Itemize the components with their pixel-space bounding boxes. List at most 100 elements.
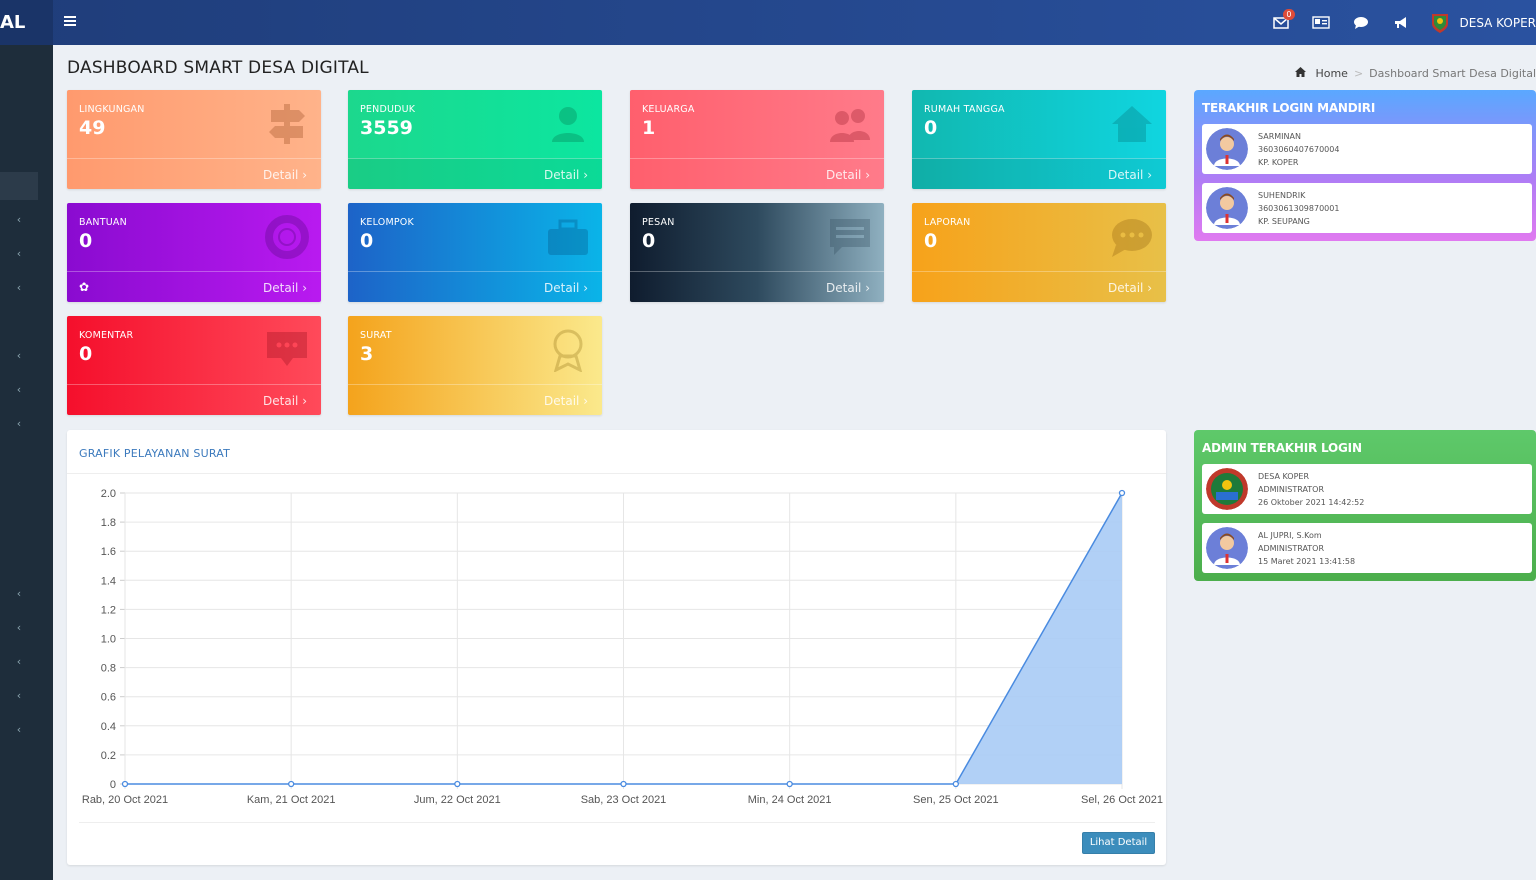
breadcrumb: Home > Dashboard Smart Desa Digital	[1294, 67, 1536, 80]
stat-value: 0	[360, 230, 374, 252]
sidebar: ‹ ‹ ‹ ‹ ‹ ‹ ‹ ‹ ‹ ‹ ‹	[0, 45, 53, 880]
data-point	[620, 780, 627, 788]
stat-box-kelompok: KELOMPOK 0 Detail ›	[348, 203, 602, 302]
data-point	[1118, 489, 1126, 497]
avatar	[1206, 527, 1248, 569]
home-icon[interactable]	[1294, 67, 1310, 80]
signpost-icon	[269, 104, 305, 144]
detail-link[interactable]: Detail ›	[263, 168, 307, 182]
x-tick-label: Min, 24 Oct 2021	[748, 794, 832, 806]
stat-box-lingkungan: LINGKUNGAN 49 Detail ›	[67, 90, 321, 189]
sidebar-chevron-icon[interactable]: ‹	[0, 281, 38, 301]
app-logo[interactable]: AL	[0, 0, 53, 45]
user-name: SUHENDRIK	[1258, 191, 1306, 200]
admin-login-item[interactable]: DESA KOPER ADMINISTRATOR 26 Oktober 2021…	[1202, 464, 1532, 514]
user-name: DESA KOPER	[1459, 15, 1536, 30]
y-tick-label: 0	[110, 779, 116, 791]
brand-text: AL	[0, 12, 26, 33]
stat-value: 0	[79, 230, 93, 252]
x-tick-label: Sen, 25 Oct 2021	[913, 794, 999, 806]
x-tick-label: Sel, 26 Oct 2021	[1081, 794, 1163, 806]
x-tick-label: Jum, 22 Oct 2021	[414, 794, 501, 806]
admin-role: ADMINISTRATOR	[1258, 485, 1325, 494]
user-nik: 3603060407670004	[1258, 145, 1340, 154]
sidebar-chevron-icon[interactable]: ‹	[0, 383, 38, 403]
admin-login-title: ADMIN TERAKHIR LOGIN	[1202, 441, 1362, 455]
message-icon	[830, 219, 870, 255]
sidebar-item-active[interactable]	[0, 172, 38, 200]
detail-link[interactable]: Detail ›	[1108, 168, 1152, 182]
stat-value: 0	[79, 343, 93, 365]
y-tick-label: 0.8	[101, 663, 116, 675]
sidebar-chevron-icon[interactable]: ‹	[0, 655, 38, 675]
stat-value: 1	[642, 117, 656, 139]
data-point	[288, 780, 295, 788]
home-icon	[1112, 106, 1152, 142]
data-point	[454, 780, 461, 788]
sidebar-chevron-icon[interactable]: ‹	[0, 621, 38, 641]
menu-toggle-icon[interactable]	[64, 12, 82, 30]
stat-box-komentar: KOMENTAR 0 Detail ›	[67, 316, 321, 415]
sidebar-chevron-icon[interactable]: ‹	[0, 417, 38, 437]
award-icon	[553, 329, 583, 372]
stat-box-keluarga: KELUARGA 1 Detail ›	[630, 90, 884, 189]
admin-login-panel: ADMIN TERAKHIR LOGIN DESA KOPER ADMINIST…	[1194, 430, 1536, 581]
y-tick-label: 0.6	[101, 692, 116, 704]
stat-box-surat: SURAT 3 Detail ›	[348, 316, 602, 415]
village-emblem-icon	[1431, 13, 1448, 33]
data-point	[952, 780, 959, 788]
login-mandiri-item[interactable]: SARMINAN 3603060407670004 KP. KOPER	[1202, 124, 1532, 174]
stat-label: PESAN	[642, 217, 675, 228]
stat-value: 0	[642, 230, 656, 252]
breadcrumb-current: Dashboard Smart Desa Digital	[1369, 67, 1536, 80]
detail-link[interactable]: Detail ›	[544, 168, 588, 182]
stat-label: LINGKUNGAN	[79, 104, 145, 115]
chart-panel: GRAFIK PELAYANAN SURAT 0 0.2 0.4 0.6 0.8 1.0 1…	[67, 430, 1166, 865]
detail-link[interactable]: Detail ›	[544, 394, 588, 408]
detail-link[interactable]: Detail ›	[544, 281, 588, 295]
login-mandiri-panel: TERAKHIR LOGIN MANDIRI SARMINAN 36030604…	[1194, 90, 1536, 241]
megaphone-icon[interactable]	[1381, 0, 1421, 45]
admin-time: 26 Oktober 2021 14:42:52	[1258, 498, 1365, 507]
user-nik: 3603061309870001	[1258, 204, 1340, 213]
breadcrumb-home-link[interactable]: Home	[1315, 67, 1347, 80]
detail-link[interactable]: Detail ›	[1108, 281, 1152, 295]
sidebar-chevron-icon[interactable]: ‹	[0, 213, 38, 233]
login-mandiri-item[interactable]: SUHENDRIK 3603061309870001 KP. SEUPANG	[1202, 183, 1532, 233]
stat-label: RUMAH TANGGA	[924, 104, 1005, 115]
stat-box-laporan: LAPORAN 0 Detail ›	[912, 203, 1166, 302]
stat-label: KELUARGA	[642, 104, 695, 115]
id-card-icon[interactable]	[1301, 0, 1341, 45]
stat-box-bantuan: BANTUAN 0 ✿ Detail ›	[67, 203, 321, 302]
stat-value: 49	[79, 117, 106, 139]
mail-badge: 0	[1283, 9, 1295, 20]
detail-link[interactable]: Detail ›	[263, 281, 307, 295]
x-tick-label: Rab, 20 Oct 2021	[82, 794, 168, 806]
sidebar-chevron-icon[interactable]: ‹	[0, 723, 38, 743]
user-icon	[552, 107, 584, 142]
user-menu[interactable]: DESA KOPER	[1421, 0, 1536, 45]
y-tick-label: 2.0	[101, 488, 116, 500]
sidebar-chevron-icon[interactable]: ‹	[0, 247, 38, 267]
stat-label: LAPORAN	[924, 217, 971, 228]
y-tick-label: 0.2	[101, 750, 116, 762]
y-tick-label: 1.6	[101, 546, 116, 558]
x-tick-label: Sab, 23 Oct 2021	[581, 794, 667, 806]
admin-login-item[interactable]: AL JUPRI, S.Kom ADMINISTRATOR 15 Maret 2…	[1202, 523, 1532, 573]
user-name: SARMINAN	[1258, 132, 1301, 141]
y-tick-label: 0.4	[101, 721, 116, 733]
sidebar-chevron-icon[interactable]: ‹	[0, 587, 38, 607]
detail-link[interactable]: Detail ›	[826, 168, 870, 182]
sidebar-chevron-icon[interactable]: ‹	[0, 349, 38, 369]
mail-icon[interactable]: 0	[1261, 0, 1301, 45]
users-icon	[830, 109, 870, 142]
detail-link[interactable]: Detail ›	[263, 394, 307, 408]
login-mandiri-title: TERAKHIR LOGIN MANDIRI	[1202, 101, 1376, 115]
chat-icon[interactable]	[1341, 0, 1381, 45]
sidebar-chevron-icon[interactable]: ‹	[0, 689, 38, 709]
lihat-detail-button[interactable]: Lihat Detail	[1082, 832, 1155, 854]
stat-label: SURAT	[360, 330, 392, 341]
gear-icon[interactable]: ✿	[79, 280, 89, 294]
admin-role: ADMINISTRATOR	[1258, 544, 1325, 553]
detail-link[interactable]: Detail ›	[826, 281, 870, 295]
